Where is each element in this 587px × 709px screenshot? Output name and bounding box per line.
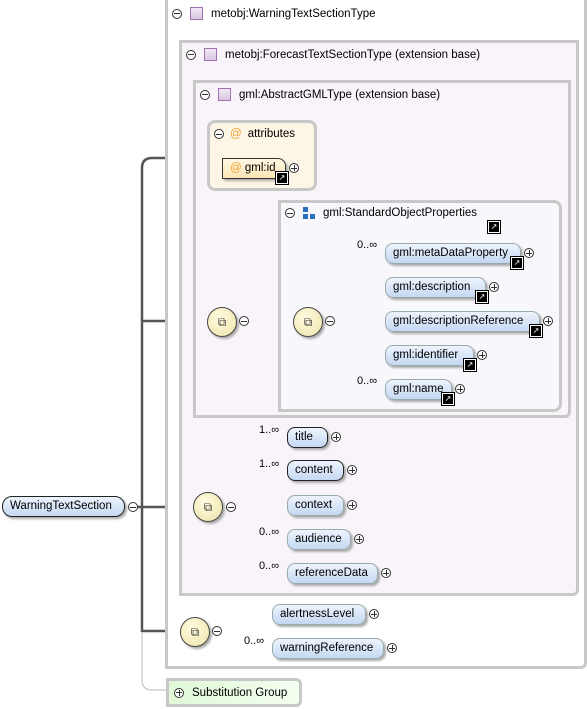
complex-type-icon [190, 7, 203, 20]
element-gml-name[interactable]: gml:name ↗ [385, 379, 465, 406]
cardinality: 0..∞ [357, 239, 378, 251]
expand-icon[interactable] [524, 248, 534, 258]
attribute-gml-id[interactable]: @ gml:id ↗ [222, 158, 299, 185]
attribute-icon: @ [230, 162, 242, 174]
expand-icon[interactable] [347, 500, 357, 510]
expand-icon[interactable] [543, 316, 553, 326]
element-warningreference[interactable]: warningReference [272, 638, 397, 659]
cardinality: 1..∞ [259, 424, 280, 436]
expand-icon[interactable] [174, 687, 184, 698]
reference-arrow-icon: ↗ [275, 171, 289, 185]
expand-icon[interactable] [387, 643, 397, 653]
reference-arrow-icon: ↗ [510, 256, 524, 270]
reference-arrow-icon: ↗ [529, 324, 543, 338]
collapse-icon[interactable] [325, 316, 335, 326]
collapse-icon[interactable] [172, 8, 182, 19]
cardinality: 0..∞ [259, 526, 280, 538]
cardinality: 0..∞ [259, 560, 280, 572]
attributes-box: @ attributes @ gml:id ↗ [207, 120, 317, 191]
collapse-icon[interactable] [239, 316, 249, 326]
element-gml-identifier[interactable]: gml:identifier ↗ [385, 345, 487, 372]
element-audience[interactable]: audience [287, 529, 364, 550]
reference-arrow-icon: ↗ [441, 392, 455, 406]
substitution-group-button[interactable]: Substitution Group [166, 678, 302, 707]
reference-arrow-icon: ↗ [475, 290, 489, 304]
element-title[interactable]: title [287, 427, 341, 448]
attribute-icon: @ [230, 128, 242, 140]
cardinality: 0..∞ [244, 635, 265, 647]
substitution-group-label: Substitution Group [192, 686, 288, 699]
reference-arrow-icon: ↗ [463, 358, 477, 372]
root-element-warningtextsection[interactable]: WarningTextSection [2, 496, 125, 517]
group-icon [303, 207, 315, 219]
collapse-icon[interactable] [212, 626, 222, 636]
element-content[interactable]: content [287, 460, 357, 481]
attributes-label: attributes [247, 128, 295, 140]
collapse-icon[interactable] [186, 49, 196, 60]
gml-base-label: gml:AbstractGMLType (extension base) [239, 88, 441, 101]
complex-type-icon [218, 88, 231, 101]
cardinality: 1..∞ [259, 458, 280, 470]
collapse-icon[interactable] [214, 129, 224, 139]
expand-icon[interactable] [347, 465, 357, 475]
expand-icon[interactable] [489, 282, 499, 292]
expand-icon[interactable] [331, 432, 341, 442]
expand-icon[interactable] [455, 384, 465, 394]
expand-icon[interactable] [289, 163, 299, 173]
reference-arrow-icon: ↗ [487, 220, 501, 234]
element-context[interactable]: context [287, 495, 357, 516]
expand-icon[interactable] [477, 350, 487, 360]
expand-icon[interactable] [381, 568, 391, 578]
expand-icon[interactable] [369, 609, 379, 619]
group-label: gml:StandardObjectProperties [323, 207, 478, 219]
element-gml-descriptionreference[interactable]: gml:descriptionReference ↗ [385, 311, 553, 338]
complex-type-label: metobj:WarningTextSectionType [211, 7, 376, 20]
complex-type-icon [204, 48, 217, 61]
expand-icon[interactable] [354, 534, 364, 544]
element-gml-description[interactable]: gml:description ↗ [385, 277, 499, 304]
sequence-icon: ⧉ [193, 492, 223, 522]
collapse-icon[interactable] [128, 502, 138, 512]
element-referencedata[interactable]: referenceData [287, 563, 391, 584]
element-alertnesslevel[interactable]: alertnessLevel [272, 604, 379, 625]
forecast-base-label: metobj:ForecastTextSectionType (extensio… [225, 48, 481, 61]
sequence-icon: ⧉ [180, 617, 210, 647]
collapse-icon[interactable] [200, 89, 210, 100]
sequence-icon: ⧉ [293, 307, 323, 337]
collapse-icon[interactable] [226, 502, 236, 512]
element-gml-metadataproperty[interactable]: gml:metaDataProperty ↗ [385, 243, 534, 270]
cardinality: 0..∞ [357, 375, 378, 387]
collapse-icon[interactable] [285, 208, 295, 218]
sequence-icon: ⧉ [207, 307, 237, 337]
